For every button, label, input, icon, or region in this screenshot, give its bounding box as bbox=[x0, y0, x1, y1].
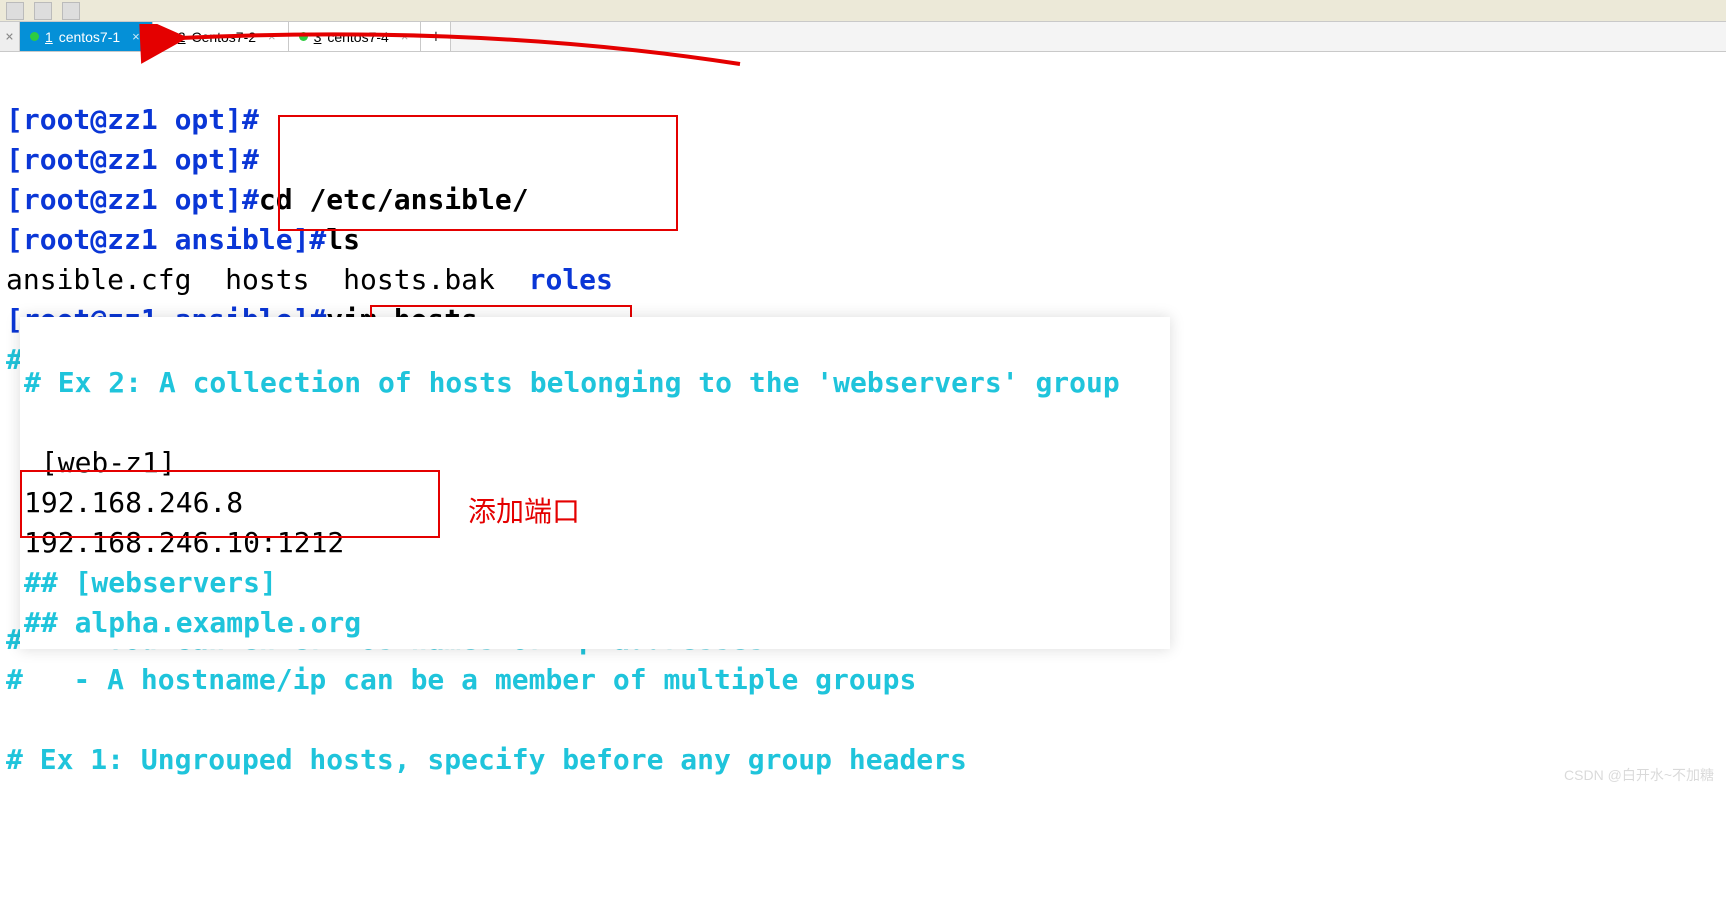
tab-index: 3 bbox=[314, 29, 322, 45]
tab-bar: × 1 centos7-1 × 2 Centos7-2 × 3 centos7-… bbox=[0, 22, 1726, 52]
file-comment: # Ex 2: A collection of hosts belonging … bbox=[24, 366, 1120, 399]
toolbar bbox=[0, 0, 1726, 22]
status-dot-icon bbox=[30, 32, 39, 41]
host-entry: 192.168.246.10:1212 bbox=[24, 526, 344, 559]
ls-file: hosts bbox=[225, 263, 309, 296]
tab-label: centos7-4 bbox=[327, 29, 388, 45]
tab-centos7-1[interactable]: 1 centos7-1 × bbox=[20, 22, 153, 51]
tab-close-all[interactable]: × bbox=[0, 22, 20, 51]
tab-label: Centos7-2 bbox=[191, 29, 256, 45]
command: cd /etc/ansible/ bbox=[259, 183, 529, 216]
status-dot-icon bbox=[163, 32, 172, 41]
tab-index: 2 bbox=[178, 29, 186, 45]
file-comment: # - A hostname/ip can be a member of mul… bbox=[6, 663, 916, 696]
file-comment: # Ex 1: Ungrouped hosts, specify before … bbox=[6, 743, 967, 776]
status-dot-icon bbox=[299, 32, 308, 41]
host-entry: 192.168.246.8 bbox=[24, 486, 243, 519]
shell-prompt: [root@zz1 ansible]# bbox=[6, 223, 326, 256]
hosts-file-excerpt: # Ex 2: A collection of hosts belonging … bbox=[20, 317, 1170, 649]
toolbar-icon[interactable] bbox=[34, 2, 52, 20]
close-icon[interactable]: × bbox=[268, 29, 276, 44]
toolbar-icon[interactable] bbox=[62, 2, 80, 20]
tab-add-button[interactable]: + bbox=[421, 22, 451, 51]
close-icon[interactable]: × bbox=[401, 29, 409, 44]
annotation-add-port: 添加端口 bbox=[468, 490, 580, 530]
tab-label: centos7-1 bbox=[59, 29, 120, 45]
tab-centos7-4[interactable]: 3 centos7-4 × bbox=[289, 22, 422, 51]
shell-prompt: [root@zz1 opt]# bbox=[6, 103, 259, 136]
group-header: [web-z1] bbox=[24, 446, 176, 479]
tab-index: 1 bbox=[45, 29, 53, 45]
watermark: CSDN @白开水~不加糖 bbox=[1564, 765, 1714, 785]
ls-file: hosts.bak bbox=[343, 263, 495, 296]
ls-file: ansible.cfg bbox=[6, 263, 191, 296]
shell-prompt: [root@zz1 opt]# bbox=[6, 143, 259, 176]
tab-centos7-2[interactable]: 2 Centos7-2 × bbox=[153, 22, 289, 51]
toolbar-icon[interactable] bbox=[6, 2, 24, 20]
command: ls bbox=[326, 223, 360, 256]
close-icon[interactable]: × bbox=[132, 29, 140, 44]
file-comment: ## alpha.example.org bbox=[24, 606, 361, 639]
shell-prompt: [root@zz1 opt]# bbox=[6, 183, 259, 216]
ls-dir: roles bbox=[529, 263, 613, 296]
close-icon: × bbox=[5, 29, 13, 45]
file-comment: ## [webservers] bbox=[24, 566, 277, 599]
